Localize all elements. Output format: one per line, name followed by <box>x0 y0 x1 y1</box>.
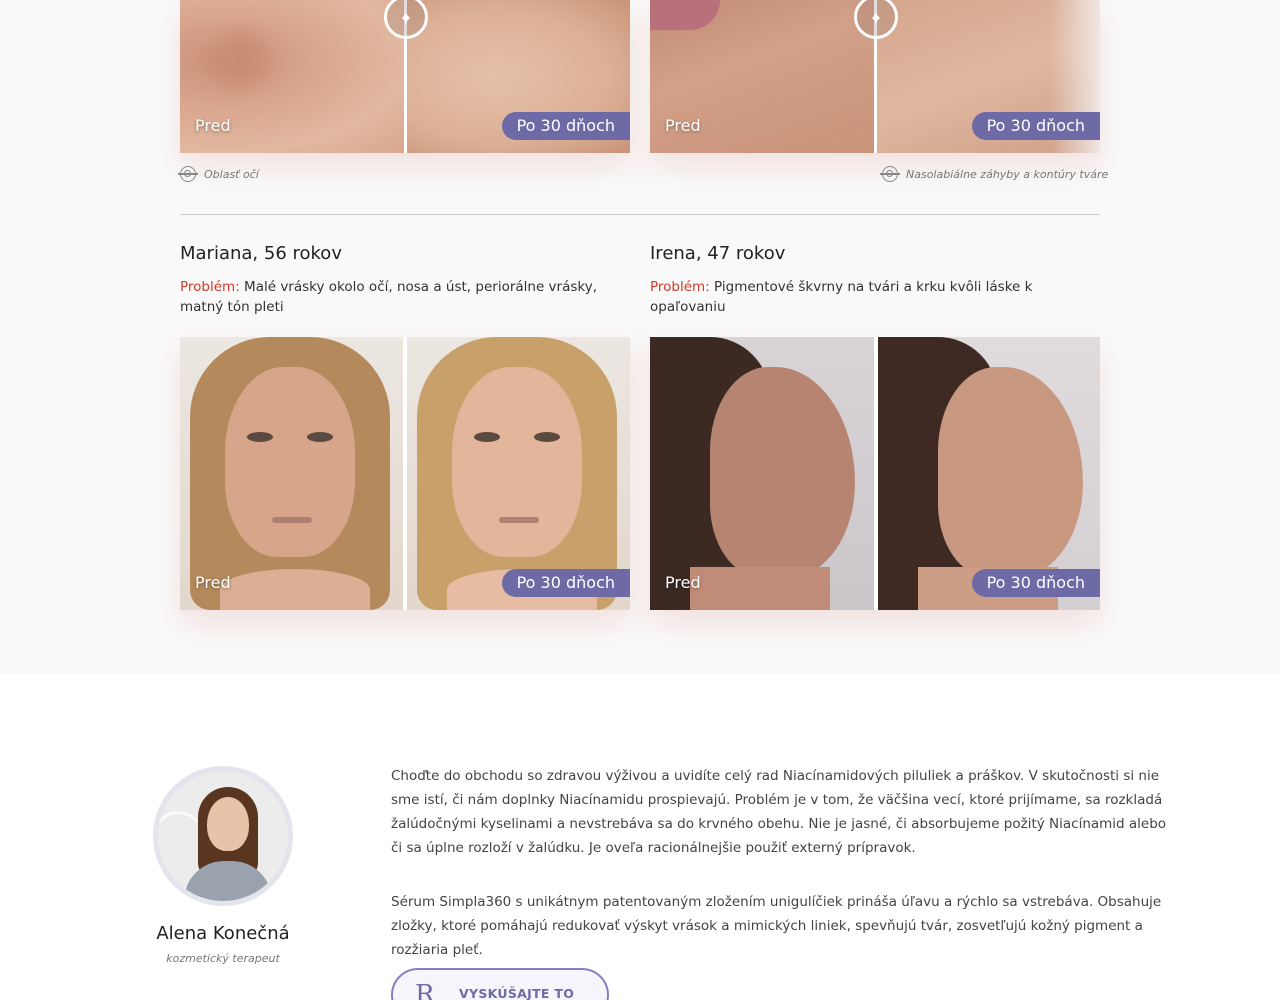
expert-name: Alena Konečná <box>156 923 290 944</box>
target-icon <box>880 166 900 182</box>
before-label: Pred <box>665 116 701 135</box>
section-divider <box>180 214 1100 215</box>
before-label: Pred <box>665 573 701 592</box>
comparison-slider-eyes[interactable]: Pred Po 30 dňoch <box>180 0 630 153</box>
before-photo <box>180 337 403 610</box>
treatment-area-label: Oblasť očí <box>204 167 259 181</box>
treatment-area: Nasolabiálne záhyby a kontúry tváre <box>880 166 1109 182</box>
photo-divider <box>874 337 878 610</box>
comparison-slider-nasolabial[interactable]: Pred Po 30 dňoch <box>650 0 1100 153</box>
problem-text: Malé vrásky okolo očí, nosa a úst, perio… <box>180 279 598 315</box>
after-badge: Po 30 dňoch <box>501 569 630 597</box>
case-photos-mariana: Pred Po 30 dňoch <box>180 337 630 610</box>
case-problem: Problém: Malé vrásky okolo očí, nosa a ú… <box>180 277 635 317</box>
photo-divider <box>403 337 407 610</box>
after-badge: Po 30 dňoch <box>501 112 630 140</box>
case-title: Irena, 47 rokov <box>650 243 786 264</box>
brand-logo-icon: R <box>415 980 435 1000</box>
before-photo <box>650 337 874 610</box>
treatment-area: Oblasť očí <box>178 166 259 182</box>
try-it-label: VYSKÚŠAJTE TO <box>459 985 575 1000</box>
try-it-button[interactable]: R VYSKÚŠAJTE TO <box>391 968 609 1000</box>
problem-label: Problém: <box>650 279 710 295</box>
article-paragraph: Choďte do obchodu so zdravou výživou a u… <box>391 768 1167 856</box>
before-label: Pred <box>195 573 231 592</box>
case-title: Mariana, 56 rokov <box>180 243 342 264</box>
after-badge: Po 30 dňoch <box>971 112 1100 140</box>
treatment-area-label: Nasolabiálne záhyby a kontúry tváre <box>906 167 1109 181</box>
article-paragraph: Sérum Simpla360 s unikátnym patentovaným… <box>391 894 1162 958</box>
case-problem: Problém: Pigmentové škvrny na tvári a kr… <box>650 277 1110 317</box>
case-photos-irena: Pred Po 30 dňoch <box>650 337 1100 610</box>
expert-avatar <box>153 766 293 906</box>
before-label: Pred <box>195 116 231 135</box>
after-badge: Po 30 dňoch <box>971 569 1100 597</box>
target-icon <box>178 166 198 182</box>
problem-label: Problém: <box>180 279 240 295</box>
expert-role: kozmetický terapeut <box>166 952 280 965</box>
